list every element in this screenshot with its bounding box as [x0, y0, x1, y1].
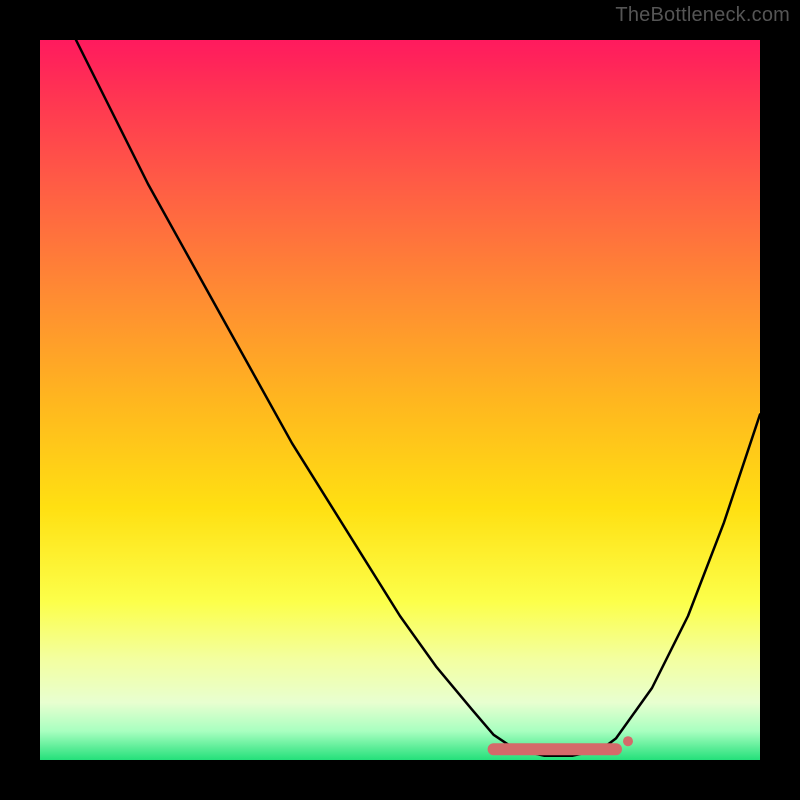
chart-overlay: [40, 40, 760, 760]
bottleneck-curve: [76, 40, 760, 756]
plot-area: [40, 40, 760, 760]
optimal-range-end-dot: [623, 736, 633, 746]
watermark-text: TheBottleneck.com: [615, 4, 790, 27]
chart-frame: TheBottleneck.com: [0, 0, 800, 800]
